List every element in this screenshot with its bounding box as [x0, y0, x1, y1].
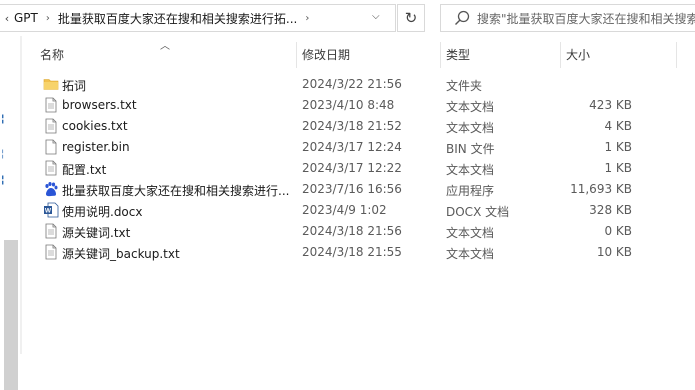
file-name: register.bin [62, 140, 130, 154]
file-type: 文本文档 [446, 247, 495, 261]
refresh-icon: ↻ [404, 9, 418, 27]
file-type: 文件夹 [446, 79, 483, 93]
column-divider[interactable] [560, 42, 561, 68]
file-type: 文本文档 [446, 121, 495, 135]
breadcrumb-gpt[interactable]: GPT [14, 11, 44, 25]
file-row[interactable]: 拓词 2024/3/22 21:56 文件夹 [38, 74, 688, 95]
pane-divider[interactable] [20, 36, 22, 354]
file-name: 配置.txt [62, 163, 107, 177]
file-size: 4 KB [604, 119, 632, 133]
chevron-left-icon: ‹ [4, 11, 10, 25]
file-type: 文本文档 [446, 163, 495, 177]
text-file-icon [43, 223, 59, 239]
file-row[interactable]: 源关键词_backup.txt 2024/3/18 21:55 文本文档 10 KB [38, 242, 688, 263]
file-name: 批量获取百度大家还在搜和相关搜索进行... [62, 184, 290, 198]
breadcrumb-separator-icon[interactable]: › [44, 13, 52, 24]
search-placeholder: 搜索"批量获取百度大家还在搜和相关搜索进 [477, 11, 695, 26]
file-date: 2024/3/17 12:24 [302, 140, 402, 154]
chevron-down-icon[interactable]: ⌵ [372, 11, 380, 22]
word-doc-icon: W [43, 202, 59, 218]
breadcrumb-separator-icon[interactable]: › [303, 13, 311, 24]
nav-marker: ╏ [0, 176, 6, 186]
file-size: 1 KB [604, 161, 632, 175]
file-size: 423 KB [589, 98, 632, 112]
search-box[interactable]: 搜索"批量获取百度大家还在搜和相关搜索进 [440, 4, 695, 32]
column-divider[interactable] [296, 42, 297, 68]
file-date: 2024/3/18 21:55 [302, 245, 402, 259]
file-date: 2024/3/18 21:56 [302, 224, 402, 238]
text-file-icon [43, 244, 59, 260]
file-type: 文本文档 [446, 226, 495, 240]
navigation-bar: ‹ GPT › 批量获取百度大家还在搜和相关搜索进行拓... › ⌵ ↻ 搜索"… [0, 0, 695, 36]
column-header-name[interactable]: 名称 [40, 46, 64, 63]
file-name: 源关键词.txt [62, 226, 131, 240]
file-row[interactable]: 源关键词.txt 2024/3/18 21:56 文本文档 0 KB [38, 221, 688, 242]
text-file-icon [43, 118, 59, 134]
column-divider[interactable] [676, 42, 677, 68]
file-name: browsers.txt [62, 98, 137, 112]
refresh-button[interactable]: ↻ [397, 4, 425, 32]
nav-marker: ╎ [0, 150, 6, 160]
text-file-icon [43, 97, 59, 113]
file-size: 1 KB [604, 140, 632, 154]
svg-text:W: W [45, 208, 52, 215]
file-size: 328 KB [589, 203, 632, 217]
file-row[interactable]: W 使用说明.docx 2023/4/9 1:02 DOCX 文档 328 KB [38, 200, 688, 221]
nav-marker: ╏ [0, 115, 6, 125]
file-row[interactable]: browsers.txt 2023/4/10 8:48 文本文档 423 KB [38, 95, 688, 116]
file-date: 2024/3/22 21:56 [302, 77, 402, 91]
file-date: 2024/3/18 21:52 [302, 119, 402, 133]
file-name: 使用说明.docx [62, 205, 143, 219]
column-header-type[interactable]: 类型 [446, 46, 470, 63]
file-name: cookies.txt [62, 119, 128, 133]
sort-ascending-icon: ︿ [160, 41, 170, 52]
bin-file-icon [43, 139, 59, 155]
file-row[interactable]: register.bin 2024/3/17 12:24 BIN 文件 1 KB [38, 137, 688, 158]
file-name: 拓词 [62, 79, 87, 93]
navigation-pane[interactable]: ╏ ╎ ╏ [0, 36, 20, 390]
file-name: 源关键词_backup.txt [62, 247, 180, 261]
file-date: 2024/3/17 12:22 [302, 161, 402, 175]
column-divider[interactable] [440, 42, 441, 68]
text-file-icon [43, 160, 59, 176]
file-date: 2023/4/9 1:02 [302, 203, 387, 217]
file-type: DOCX 文档 [446, 205, 510, 219]
file-size: 10 KB [596, 245, 632, 259]
search-icon [455, 10, 470, 25]
file-type: 应用程序 [446, 184, 495, 198]
file-size: 11,693 KB [570, 182, 632, 196]
folder-icon [43, 76, 59, 92]
column-header-date[interactable]: 修改日期 [302, 46, 350, 63]
breadcrumb-current-folder[interactable]: 批量获取百度大家还在搜和相关搜索进行拓... [52, 10, 303, 27]
file-type: 文本文档 [446, 100, 495, 114]
file-row[interactable]: cookies.txt 2024/3/18 21:52 文本文档 4 KB [38, 116, 688, 137]
navigation-scrollbar[interactable] [4, 240, 18, 390]
file-type: BIN 文件 [446, 142, 495, 156]
file-date: 2023/4/10 8:48 [302, 98, 395, 112]
column-header-size[interactable]: 大小 [566, 46, 590, 63]
file-row[interactable]: 配置.txt 2024/3/17 12:22 文本文档 1 KB [38, 158, 688, 179]
baidu-app-icon [43, 181, 59, 197]
file-date: 2023/7/16 16:56 [302, 182, 402, 196]
address-bar[interactable]: ‹ GPT › 批量获取百度大家还在搜和相关搜索进行拓... › ⌵ [0, 4, 396, 32]
file-row[interactable]: 批量获取百度大家还在搜和相关搜索进行... 2023/7/16 16:56 应用程序… [38, 179, 688, 200]
file-size: 0 KB [604, 224, 632, 238]
